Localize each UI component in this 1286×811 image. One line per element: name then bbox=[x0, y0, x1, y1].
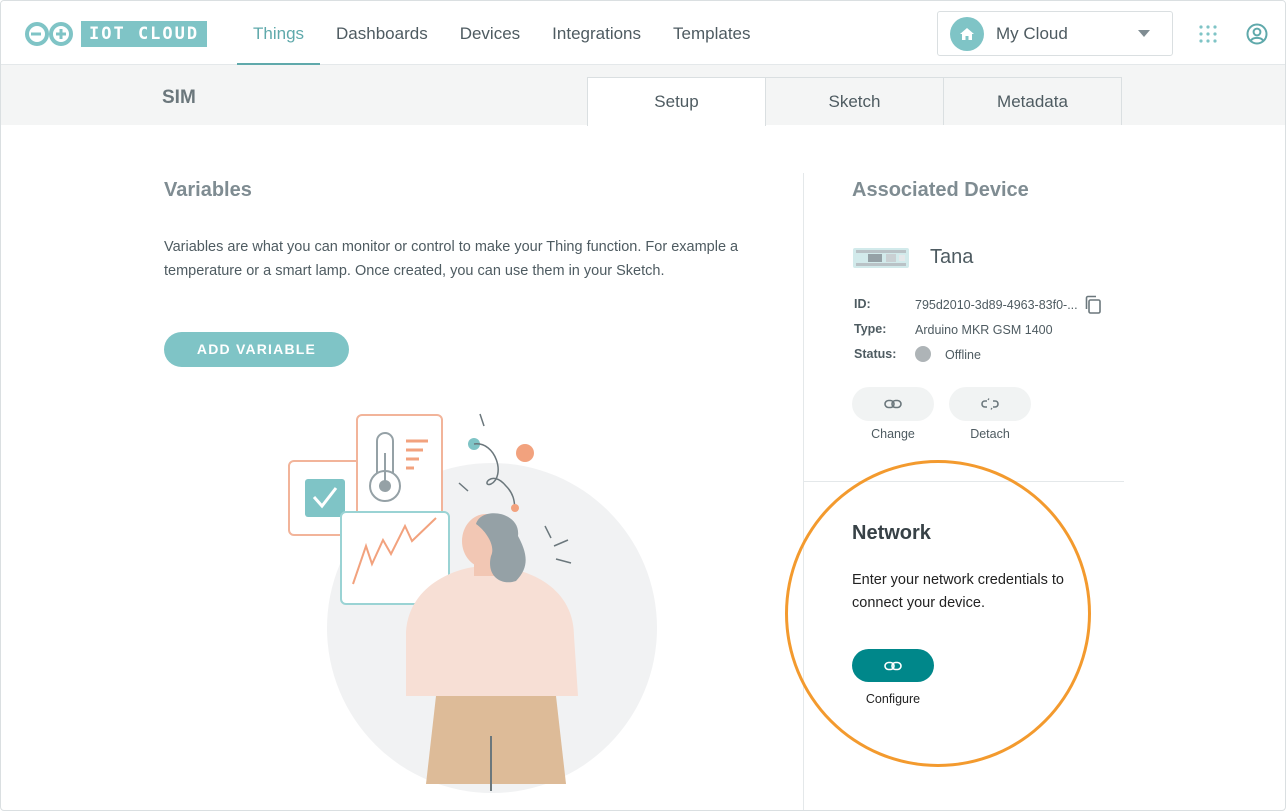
detach-label: Detach bbox=[970, 427, 1010, 441]
device-status-value: Offline bbox=[945, 348, 981, 362]
main-nav: Things Dashboards Devices Integrations T… bbox=[237, 1, 767, 65]
space-selector-value: My Cloud bbox=[996, 23, 1068, 43]
section-divider bbox=[804, 481, 1124, 482]
network-title: Network bbox=[852, 522, 931, 544]
device-name: Tana bbox=[930, 246, 974, 268]
tab-setup[interactable]: Setup bbox=[587, 77, 766, 126]
copy-icon[interactable] bbox=[1083, 295, 1103, 315]
network-description: Enter your network credentials to connec… bbox=[852, 572, 1064, 611]
change-device-button[interactable] bbox=[852, 387, 934, 421]
associated-device-title: Associated Device bbox=[852, 179, 1029, 201]
device-type-label: Type: bbox=[854, 322, 887, 336]
nav-dashboards[interactable]: Dashboards bbox=[320, 1, 444, 65]
arduino-infinity-icon bbox=[25, 22, 73, 46]
device-type-value: Arduino MKR GSM 1400 bbox=[915, 323, 1053, 337]
user-account-icon[interactable] bbox=[1246, 23, 1268, 45]
link-icon bbox=[884, 661, 902, 670]
configure-network-button[interactable] bbox=[852, 649, 934, 682]
apps-grid-icon[interactable] bbox=[1198, 24, 1218, 44]
variables-description: Variables are what you can monitor or co… bbox=[164, 239, 739, 279]
nav-templates[interactable]: Templates bbox=[657, 1, 766, 65]
logo-text: IOT CLOUD bbox=[81, 21, 208, 47]
detach-device-button[interactable] bbox=[949, 387, 1031, 421]
link-icon bbox=[884, 399, 902, 409]
space-selector-dropdown[interactable]: My Cloud bbox=[937, 11, 1173, 56]
unlink-icon bbox=[981, 398, 999, 410]
add-variable-button[interactable]: ADD VARIABLE bbox=[164, 332, 349, 367]
nav-integrations[interactable]: Integrations bbox=[536, 1, 657, 65]
variables-title: Variables bbox=[164, 179, 252, 201]
device-id-label: ID: bbox=[854, 297, 871, 311]
thing-header: SIM Setup Sketch Metadata bbox=[1, 65, 1285, 126]
chevron-down-icon bbox=[1138, 30, 1150, 37]
thing-tabs: Setup Sketch Metadata bbox=[587, 77, 1122, 126]
home-icon bbox=[950, 16, 984, 51]
tab-sketch[interactable]: Sketch bbox=[765, 77, 944, 125]
thing-name: SIM bbox=[162, 87, 196, 108]
device-board-icon bbox=[853, 248, 909, 268]
device-id-value: 795d2010-3d89-4963-83f0-... bbox=[915, 298, 1078, 312]
column-divider bbox=[803, 173, 804, 810]
empty-state-illustration bbox=[288, 413, 657, 793]
configure-label: Configure bbox=[865, 692, 921, 706]
iot-cloud-logo[interactable]: IOT CLOUD bbox=[23, 21, 208, 47]
app-window: IOT CLOUD Things Dashboards Devices Inte… bbox=[0, 0, 1286, 811]
change-label: Change bbox=[871, 427, 915, 441]
nav-devices[interactable]: Devices bbox=[444, 1, 536, 65]
status-offline-indicator bbox=[915, 346, 931, 362]
nav-things[interactable]: Things bbox=[237, 1, 321, 65]
top-navigation-bar: IOT CLOUD Things Dashboards Devices Inte… bbox=[1, 1, 1285, 65]
tab-metadata[interactable]: Metadata bbox=[943, 77, 1122, 125]
device-status-label: Status: bbox=[854, 347, 897, 361]
